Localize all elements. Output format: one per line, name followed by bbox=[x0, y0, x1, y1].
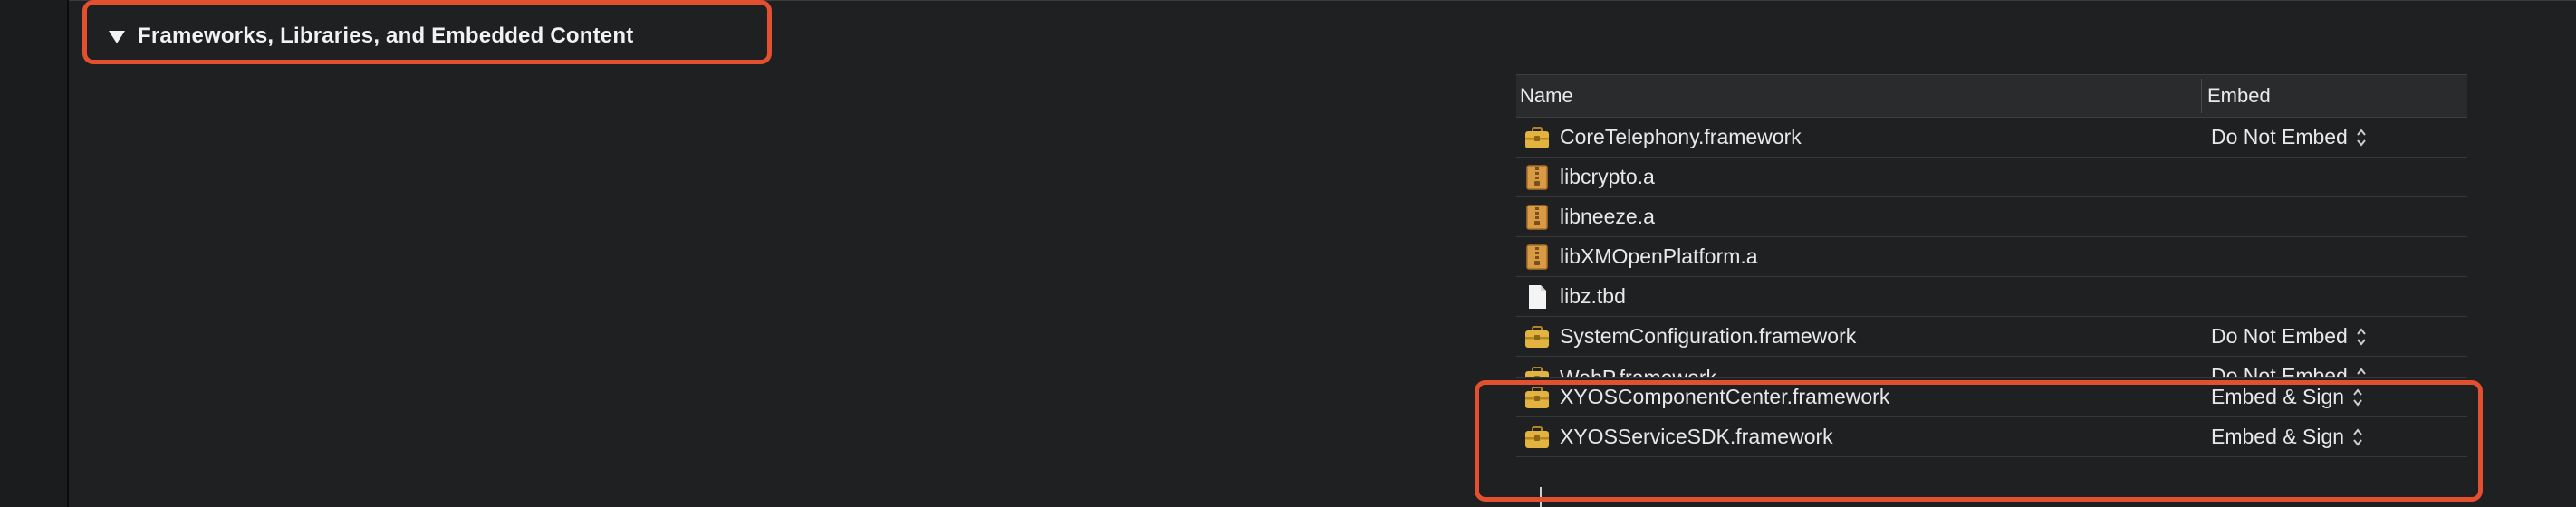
embed-value: Embed & Sign bbox=[2211, 425, 2345, 448]
table-row[interactable]: CoreTelephony.framework Do Not Embed bbox=[1516, 118, 2467, 158]
static-library-archive-icon bbox=[1526, 244, 1548, 270]
name-cell: libneeze.a bbox=[1516, 204, 2198, 231]
embed-popup-button[interactable]: Do Not Embed bbox=[2198, 125, 2368, 149]
table-row[interactable]: libcrypto.a bbox=[1516, 158, 2467, 197]
framework-toolbox-icon bbox=[1525, 426, 1549, 448]
column-header-name[interactable]: Name bbox=[1516, 84, 2201, 108]
item-name: XYOSServiceSDK.framework bbox=[1560, 425, 1833, 448]
up-down-chevron-icon bbox=[2357, 327, 2366, 346]
name-cell: libXMOpenPlatform.a bbox=[1516, 244, 2198, 271]
disclosure-triangle-down-icon[interactable] bbox=[109, 31, 125, 43]
static-library-archive-icon bbox=[1526, 204, 1548, 230]
framework-toolbox-icon bbox=[1525, 126, 1549, 148]
item-name: XYOSComponentCenter.framework bbox=[1560, 385, 1890, 408]
up-down-chevron-icon bbox=[2353, 427, 2362, 446]
embed-popup-button[interactable]: Do Not Embed bbox=[2198, 364, 2368, 377]
framework-toolbox-icon bbox=[1525, 386, 1549, 408]
item-name: WebP.framework bbox=[1560, 366, 1716, 378]
document-file-icon bbox=[1529, 284, 1546, 309]
embed-value: Do Not Embed bbox=[2211, 324, 2348, 348]
embed-value: Do Not Embed bbox=[2211, 125, 2348, 148]
name-cell: SystemConfiguration.framework bbox=[1516, 323, 2198, 350]
section-top-divider bbox=[69, 0, 2576, 1]
left-gutter bbox=[0, 0, 67, 507]
name-cell: WebP.framework bbox=[1516, 364, 2198, 377]
column-header-embed[interactable]: Embed bbox=[2202, 84, 2271, 108]
embed-popup-button[interactable]: Do Not Embed bbox=[2198, 324, 2368, 349]
item-name: libneeze.a bbox=[1560, 205, 1655, 228]
up-down-chevron-icon bbox=[2357, 128, 2366, 147]
drop-insertion-cursor bbox=[1540, 487, 1542, 507]
table-row[interactable]: WebP.framework Do Not Embed bbox=[1516, 357, 2467, 377]
xcode-general-pane: Frameworks, Libraries, and Embedded Cont… bbox=[0, 0, 2576, 507]
item-name: libcrypto.a bbox=[1560, 165, 1655, 188]
up-down-chevron-icon bbox=[2357, 367, 2366, 375]
section-title: Frameworks, Libraries, and Embedded Cont… bbox=[138, 24, 634, 48]
table-row[interactable]: XYOSServiceSDK.framework Embed & Sign bbox=[1516, 417, 2467, 457]
frameworks-table: Name Embed CoreTelephony.framework Do No… bbox=[1516, 74, 2467, 457]
section-disclosure-header[interactable]: Frameworks, Libraries, and Embedded Cont… bbox=[109, 20, 633, 53]
table-row[interactable]: libneeze.a bbox=[1516, 197, 2467, 237]
name-cell: XYOSServiceSDK.framework bbox=[1516, 424, 2198, 451]
name-cell: libcrypto.a bbox=[1516, 164, 2198, 191]
table-row[interactable]: libz.tbd bbox=[1516, 277, 2467, 317]
name-cell: CoreTelephony.framework bbox=[1516, 124, 2198, 151]
up-down-chevron-icon bbox=[2353, 387, 2362, 407]
name-cell: libz.tbd bbox=[1516, 283, 2198, 311]
item-name: CoreTelephony.framework bbox=[1560, 125, 1802, 148]
name-cell: XYOSComponentCenter.framework bbox=[1516, 384, 2198, 411]
gutter-divider bbox=[67, 0, 69, 507]
framework-toolbox-icon bbox=[1525, 367, 1549, 377]
item-name: libz.tbd bbox=[1560, 284, 1626, 308]
embed-popup-button[interactable]: Embed & Sign bbox=[2198, 385, 2364, 409]
table-row[interactable]: SystemConfiguration.framework Do Not Emb… bbox=[1516, 317, 2467, 357]
table-row[interactable]: XYOSComponentCenter.framework Embed & Si… bbox=[1516, 377, 2467, 417]
static-library-archive-icon bbox=[1526, 164, 1548, 190]
embed-value: Embed & Sign bbox=[2211, 385, 2345, 408]
item-name: libXMOpenPlatform.a bbox=[1560, 244, 1758, 268]
table-header: Name Embed bbox=[1516, 74, 2467, 118]
embed-value: Do Not Embed bbox=[2211, 364, 2348, 377]
embed-popup-button[interactable]: Embed & Sign bbox=[2198, 425, 2364, 449]
table-row[interactable]: libXMOpenPlatform.a bbox=[1516, 237, 2467, 277]
framework-toolbox-icon bbox=[1525, 325, 1549, 348]
item-name: SystemConfiguration.framework bbox=[1560, 324, 1857, 348]
